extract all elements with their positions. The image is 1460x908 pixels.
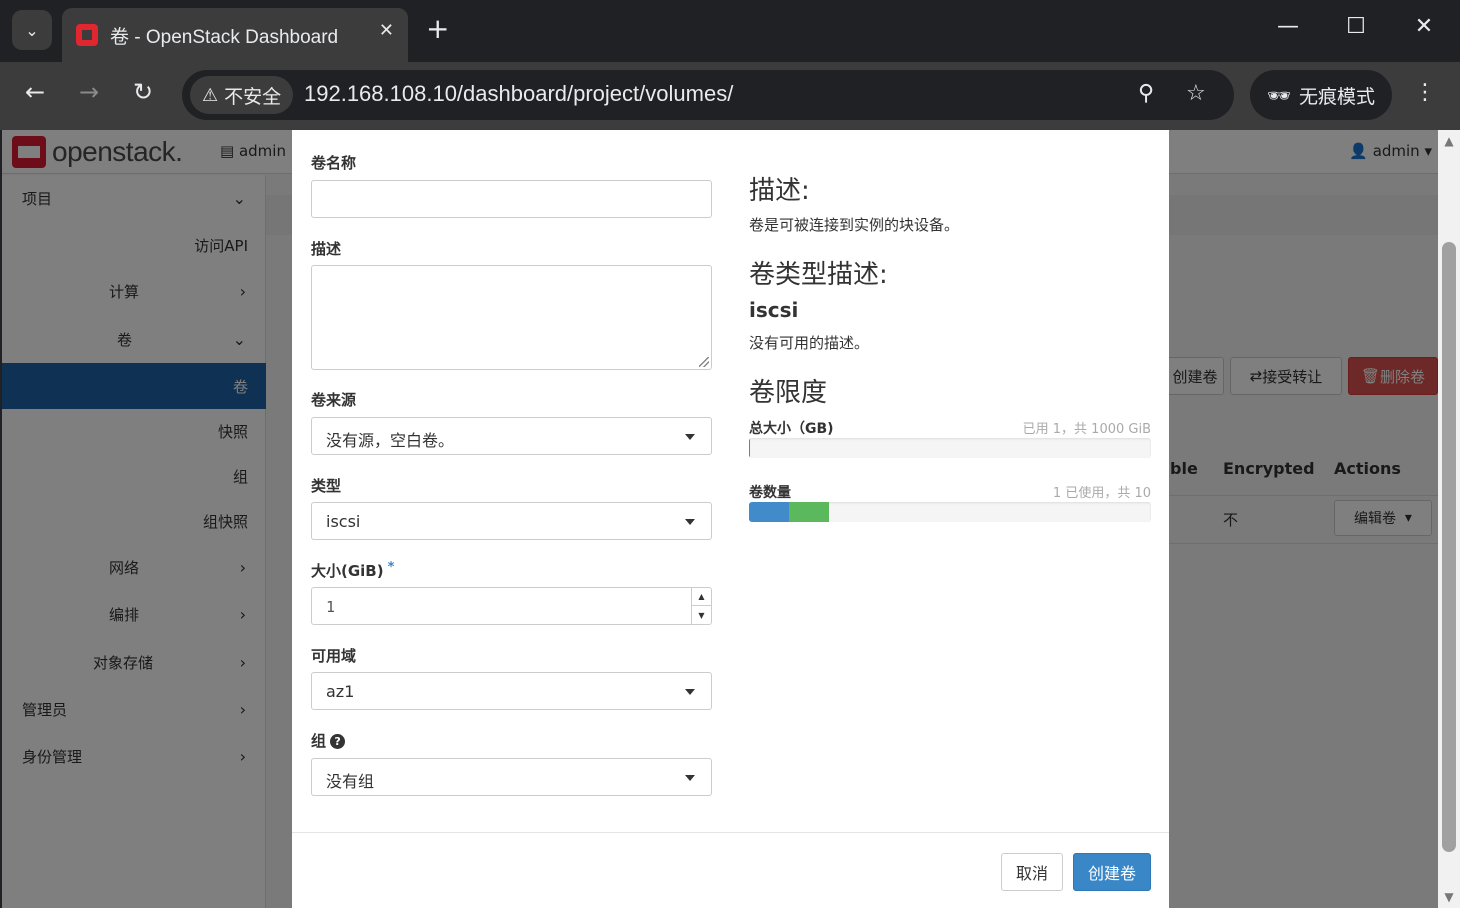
size-label: 大小(GiB) * [311, 560, 394, 581]
tab-search-button[interactable]: ⌄ [12, 10, 52, 50]
volume-type-value: iscsi [326, 512, 361, 531]
browser-tab-bar: ⌄ 卷 - OpenStack Dashboard ✕ + — ☐ ✕ [0, 0, 1460, 62]
caret-down-icon [685, 434, 695, 440]
volume-type-label: 类型 [311, 477, 342, 495]
volume-limits-heading: 卷限度 [749, 378, 828, 408]
quota-count-new-segment [789, 502, 830, 522]
address-bar[interactable]: ⚠ 不安全 192.168.108.10/dashboard/project/v… [182, 70, 1234, 120]
close-tab-icon[interactable]: ✕ [379, 20, 394, 41]
quota-count-label: 卷数量 [749, 485, 791, 501]
close-window-icon[interactable]: ✕ [1404, 14, 1444, 39]
availability-zone-select[interactable]: az1 [311, 672, 712, 710]
scroll-down-icon[interactable]: ▼ [1442, 890, 1456, 904]
volume-source-select[interactable]: 没有源，空白卷。 [311, 417, 712, 455]
maximize-window-icon[interactable]: ☐ [1336, 14, 1376, 39]
volume-type-description-text: 没有可用的描述。 [749, 334, 870, 352]
browser-toolbar: ← → ↻ ⚠ 不安全 192.168.108.10/dashboard/pro… [0, 62, 1460, 130]
availability-zone-label: 可用域 [311, 647, 357, 665]
group-label-text: 组 [311, 732, 327, 750]
openstack-favicon-icon [76, 24, 98, 46]
quota-count-usage: 1 已使用，共 10 [1052, 486, 1151, 501]
size-number-input[interactable]: 1 ▲ ▼ [311, 587, 712, 625]
back-icon[interactable]: ← [18, 78, 52, 106]
browser-menu-icon[interactable]: ⋮ [1414, 80, 1436, 105]
scrollbar-thumb[interactable] [1442, 242, 1456, 852]
zoom-search-icon[interactable]: ⚲ [1138, 81, 1154, 106]
new-tab-icon[interactable]: + [426, 14, 449, 44]
volume-source-label: 卷来源 [311, 391, 357, 409]
create-volume-submit-button[interactable]: 创建卷 [1073, 853, 1151, 891]
quota-size-progress-bar [749, 438, 1151, 458]
chevron-down-icon: ⌄ [25, 20, 39, 40]
cancel-button[interactable]: 取消 [1001, 853, 1063, 891]
caret-down-icon [685, 519, 695, 525]
quota-size-label: 总大小（GB) [749, 421, 834, 437]
bookmark-star-icon[interactable]: ☆ [1186, 81, 1206, 106]
volume-name-label: 卷名称 [311, 154, 357, 172]
spin-up-icon[interactable]: ▲ [691, 588, 711, 606]
description-heading: 描述: [749, 176, 810, 206]
size-value: 1 [326, 598, 336, 616]
volume-name-input[interactable] [311, 180, 712, 218]
group-select[interactable]: 没有组 [311, 758, 712, 796]
required-marker: * [387, 560, 395, 575]
security-label: 不安全 [224, 85, 282, 108]
spin-down-icon[interactable]: ▼ [691, 606, 711, 624]
volume-type-select[interactable]: iscsi [311, 502, 712, 540]
quota-volume-count: 卷数量 1 已使用，共 10 [749, 482, 1151, 522]
tab-title: 卷 - OpenStack Dashboard [110, 26, 339, 48]
modal-footer: 取消 创建卷 [292, 832, 1169, 908]
minimize-window-icon[interactable]: — [1268, 14, 1308, 39]
reload-icon[interactable]: ↻ [126, 78, 160, 106]
warning-icon: ⚠ [202, 84, 219, 106]
description-help-text: 卷是可被连接到实例的块设备。 [749, 216, 960, 234]
quota-count-used-segment [749, 502, 790, 522]
incognito-indicator[interactable]: 🕶 无痕模式 [1250, 70, 1392, 120]
caret-down-icon [685, 775, 695, 781]
volume-source-value: 没有源，空白卷。 [326, 431, 455, 450]
forward-icon[interactable]: → [72, 78, 106, 106]
quota-count-progress-bar [749, 502, 1151, 522]
incognito-icon: 🕶 [1266, 84, 1292, 107]
page-scrollbar[interactable]: ▲ ▼ [1438, 130, 1460, 908]
security-indicator[interactable]: ⚠ 不安全 [190, 76, 294, 114]
browser-tab[interactable]: 卷 - OpenStack Dashboard ✕ [62, 8, 408, 62]
volume-type-description-heading: 卷类型描述: [749, 260, 888, 290]
quota-total-size: 总大小（GB) 已用 1，共 1000 GiB [749, 418, 1151, 458]
description-textarea[interactable] [311, 265, 712, 370]
scroll-up-icon[interactable]: ▲ [1442, 134, 1456, 148]
caret-down-icon [685, 689, 695, 695]
quota-size-usage: 已用 1，共 1000 GiB [1022, 422, 1151, 437]
create-volume-modal: 卷名称 描述 卷来源 没有源，空白卷。 类型 iscsi 大小(GiB) * 1 … [292, 130, 1169, 908]
incognito-label: 无痕模式 [1299, 85, 1376, 108]
size-label-text: 大小(GiB) [311, 562, 384, 580]
group-label: 组? [311, 730, 346, 751]
volume-type-name: iscsi [749, 298, 799, 322]
help-question-icon[interactable]: ? [330, 734, 346, 749]
group-value: 没有组 [326, 772, 375, 791]
availability-zone-value: az1 [326, 682, 355, 701]
resize-handle-icon[interactable] [699, 357, 709, 367]
description-label: 描述 [311, 240, 342, 258]
url-text[interactable]: 192.168.108.10/dashboard/project/volumes… [304, 81, 733, 107]
